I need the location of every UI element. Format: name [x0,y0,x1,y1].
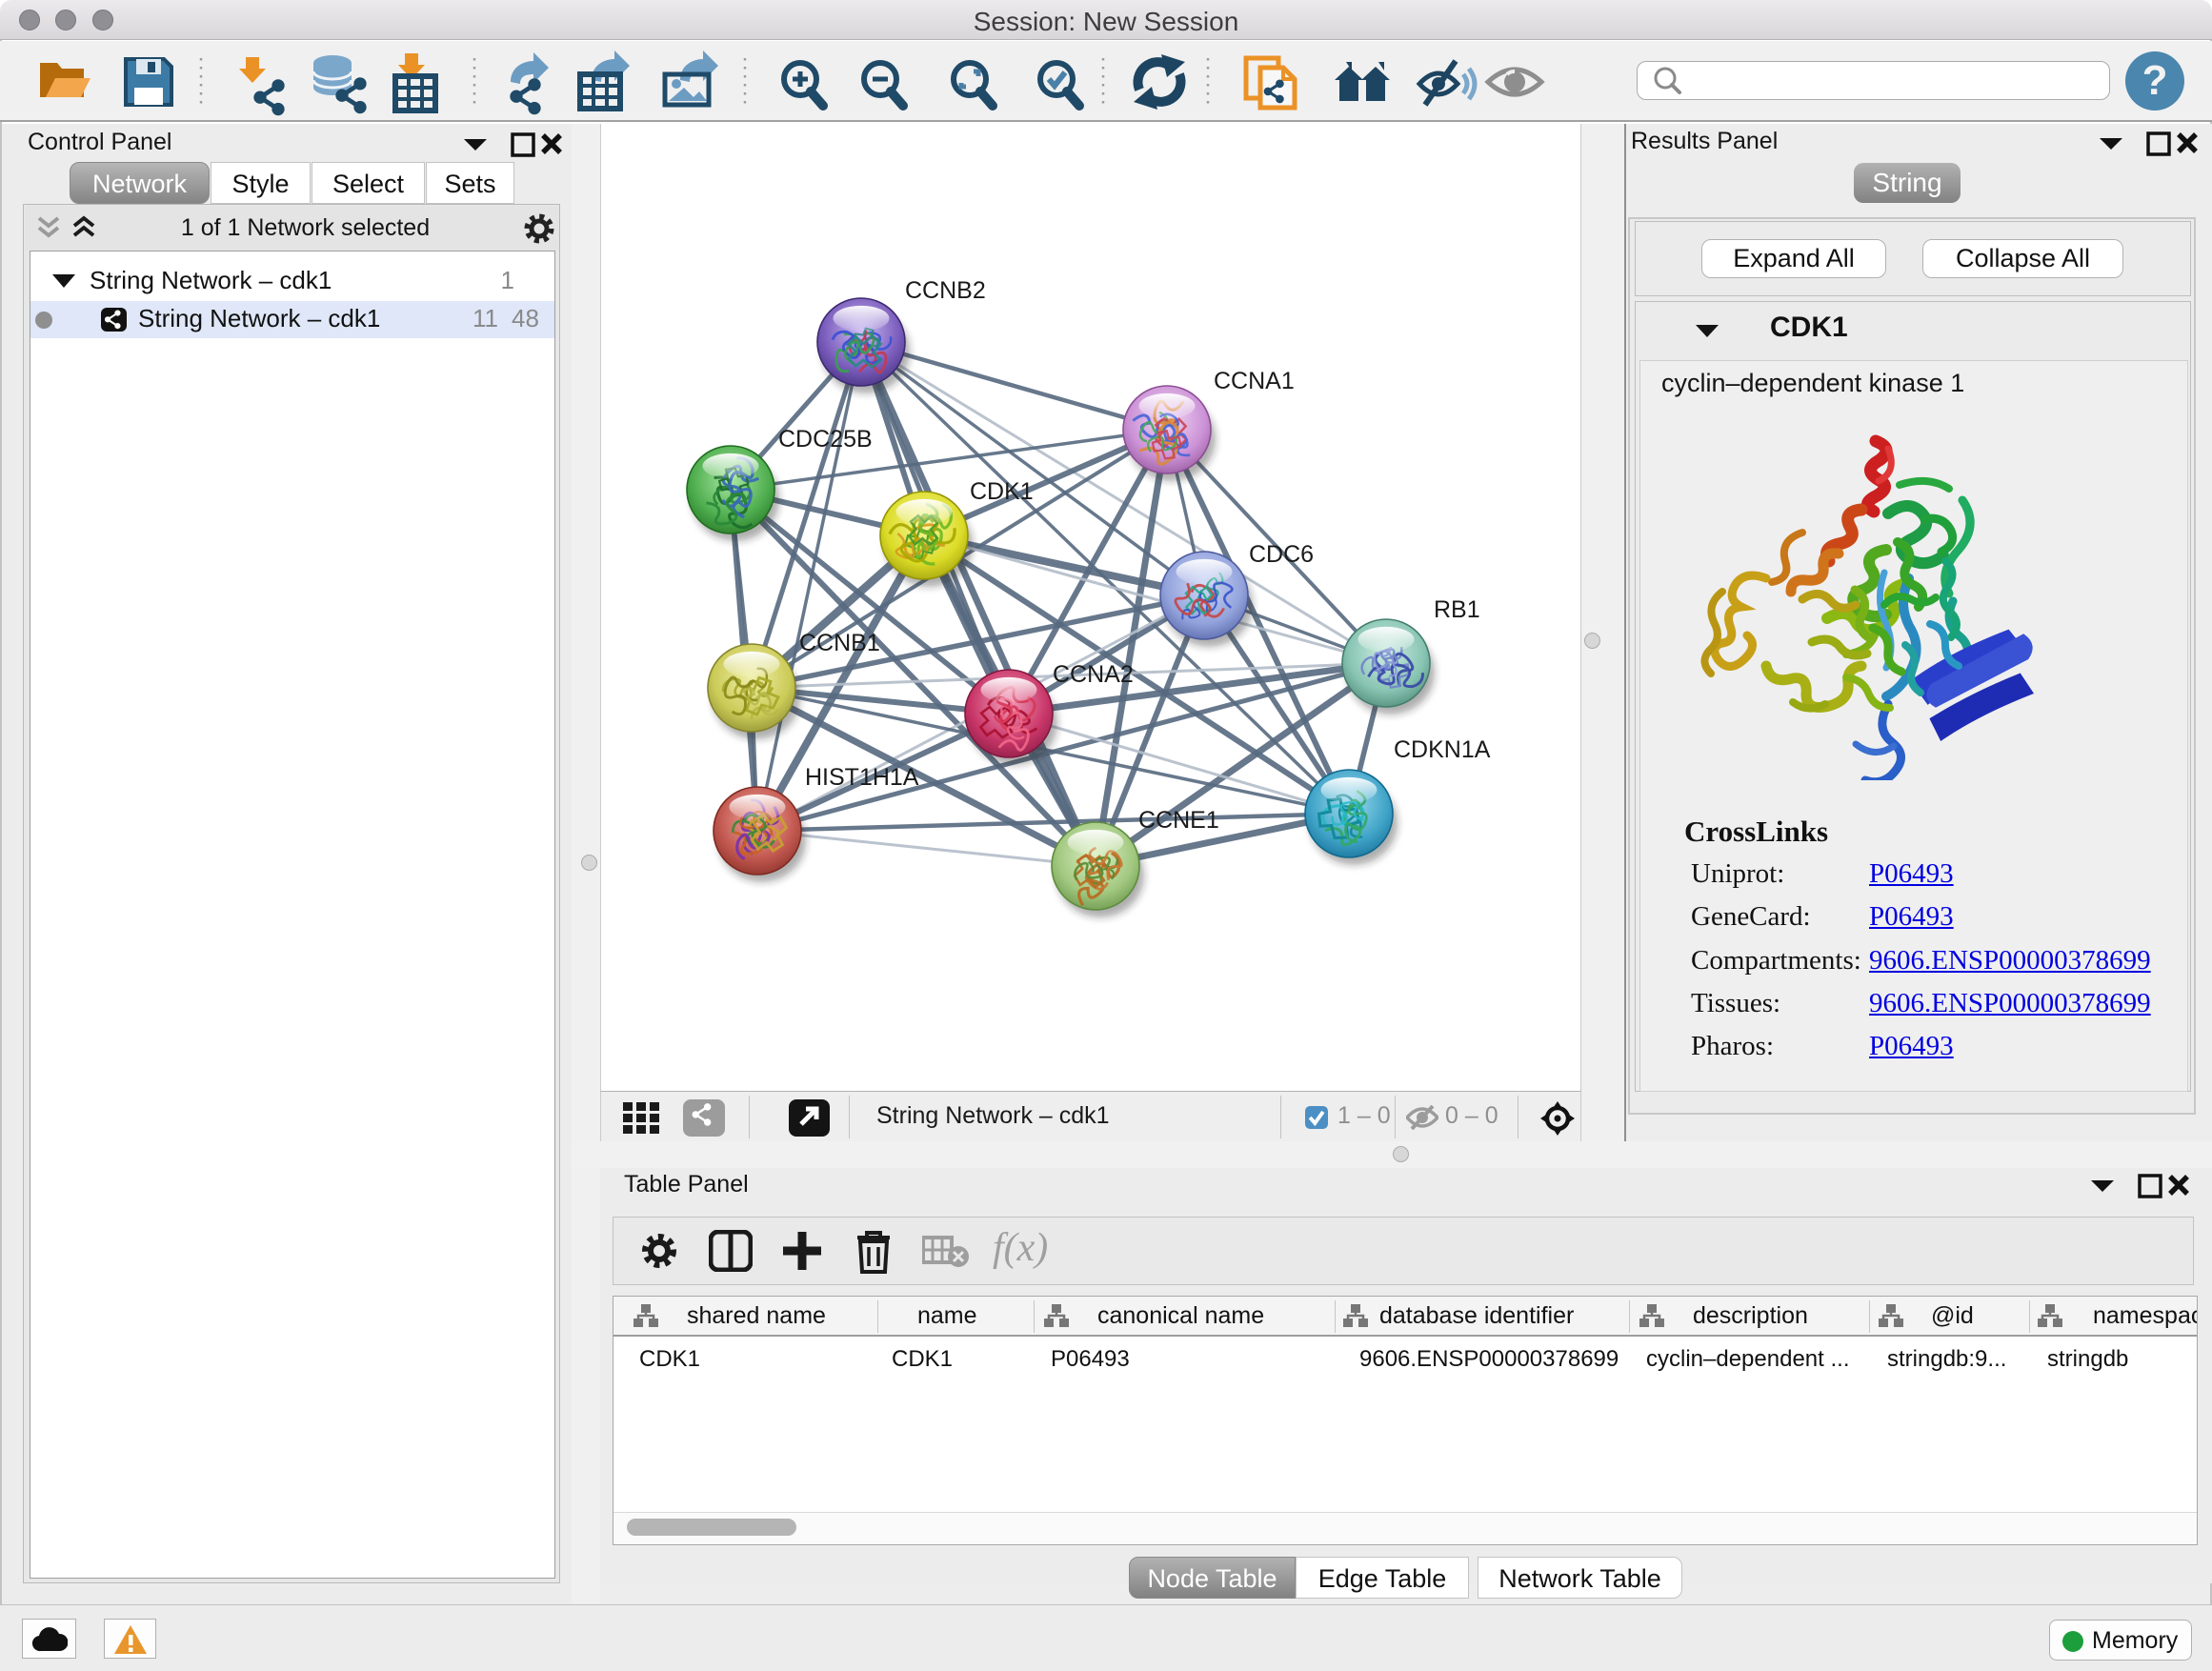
svg-text:CCNA2: CCNA2 [1053,661,1134,688]
svg-text:CCNB1: CCNB1 [799,630,880,656]
svg-text:CCNB2: CCNB2 [905,277,986,304]
svg-text:CDKN1A: CDKN1A [1394,736,1491,763]
svg-text:CCNA1: CCNA1 [1214,368,1295,394]
svg-text:CCNE1: CCNE1 [1138,807,1219,834]
svg-text:?: ? [2142,57,2168,104]
svg-text:CDK1: CDK1 [970,478,1034,505]
svg-text:HIST1H1A: HIST1H1A [805,764,919,791]
svg-text:RB1: RB1 [1434,596,1480,623]
svg-text:CDC25B: CDC25B [778,426,873,453]
svg-text:CDC6: CDC6 [1249,541,1314,568]
